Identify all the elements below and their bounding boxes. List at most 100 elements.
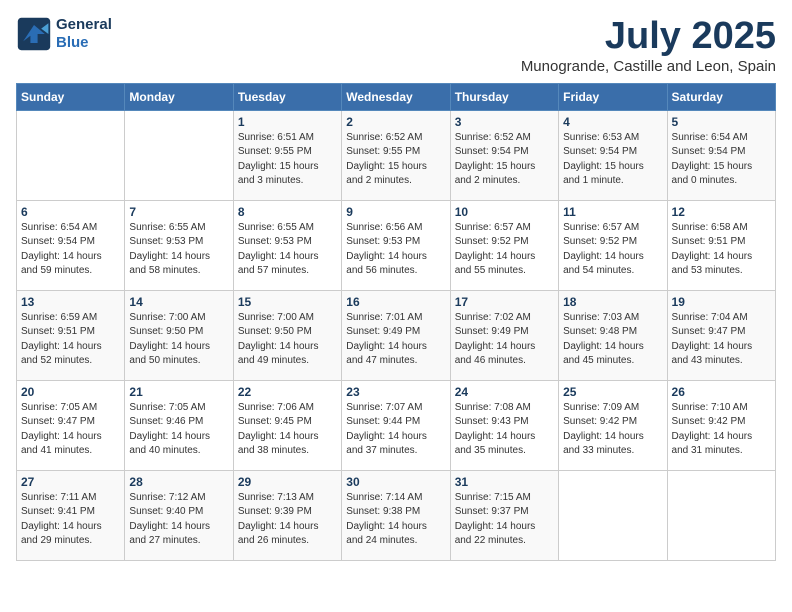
- calendar-cell: 2 Sunrise: 6:52 AM Sunset: 9:55 PM Daylig…: [342, 110, 450, 200]
- day-info: Sunrise: 7:11 AM Sunset: 9:41 PM Dayligh…: [21, 491, 120, 549]
- calendar-cell: 1Sunrise: 6:51 AM Sunset: 9:55 PM Daylig…: [233, 110, 341, 200]
- calendar-cell: 21 Sunrise: 7:05 AM Sunset: 9:46 PM Dayli…: [125, 380, 233, 470]
- day-number: 3: [455, 115, 554, 129]
- day-number: 27: [21, 475, 120, 489]
- calendar-cell: [17, 110, 125, 200]
- day-info: Sunrise: 7:00 AM Sunset: 9:50 PM Dayligh…: [238, 311, 337, 369]
- day-info: Sunrise: 6:54 AM Sunset: 9:54 PM Dayligh…: [21, 221, 120, 279]
- calendar-cell: 20 Sunrise: 7:05 AM Sunset: 9:47 PM Dayli…: [17, 380, 125, 470]
- day-number: 21: [129, 385, 228, 399]
- day-number: 12: [672, 205, 771, 219]
- week-row-3: 13Sunrise: 6:59 AM Sunset: 9:51 PM Dayli…: [17, 290, 776, 380]
- calendar-cell: 8Sunrise: 6:55 AM Sunset: 9:53 PM Daylig…: [233, 200, 341, 290]
- week-row-1: 1Sunrise: 6:51 AM Sunset: 9:55 PM Daylig…: [17, 110, 776, 200]
- calendar-cell: 6 Sunrise: 6:54 AM Sunset: 9:54 PM Daylig…: [17, 200, 125, 290]
- calendar-cell: 4Sunrise: 6:53 AM Sunset: 9:54 PM Daylig…: [559, 110, 667, 200]
- day-number: 30: [346, 475, 445, 489]
- month-title: July 2025: [521, 16, 776, 58]
- day-info: Sunrise: 6:58 AM Sunset: 9:51 PM Dayligh…: [672, 221, 771, 279]
- calendar-cell: [559, 470, 667, 560]
- calendar-cell: 30 Sunrise: 7:14 AM Sunset: 9:38 PM Dayli…: [342, 470, 450, 560]
- calendar-cell: 9 Sunrise: 6:56 AM Sunset: 9:53 PM Daylig…: [342, 200, 450, 290]
- day-info: Sunrise: 7:03 AM Sunset: 9:48 PM Dayligh…: [563, 311, 662, 369]
- calendar-cell: 17 Sunrise: 7:02 AM Sunset: 9:49 PM Dayli…: [450, 290, 558, 380]
- day-number: 28: [129, 475, 228, 489]
- day-info: Sunrise: 7:12 AM Sunset: 9:40 PM Dayligh…: [129, 491, 228, 549]
- logo: General Blue: [16, 16, 112, 52]
- page-header: General Blue July 2025 Munogrande, Casti…: [16, 16, 776, 75]
- day-info: Sunrise: 6:57 AM Sunset: 9:52 PM Dayligh…: [563, 221, 662, 279]
- day-info: Sunrise: 7:07 AM Sunset: 9:44 PM Dayligh…: [346, 401, 445, 459]
- weekday-header-monday: Monday: [125, 83, 233, 110]
- weekday-header-tuesday: Tuesday: [233, 83, 341, 110]
- calendar-cell: [125, 110, 233, 200]
- weekday-header-row: SundayMondayTuesdayWednesdayThursdayFrid…: [17, 83, 776, 110]
- weekday-header-friday: Friday: [559, 83, 667, 110]
- calendar-cell: 23 Sunrise: 7:07 AM Sunset: 9:44 PM Dayli…: [342, 380, 450, 470]
- calendar-cell: 18 Sunrise: 7:03 AM Sunset: 9:48 PM Dayli…: [559, 290, 667, 380]
- calendar-cell: 22 Sunrise: 7:06 AM Sunset: 9:45 PM Dayli…: [233, 380, 341, 470]
- day-info: Sunrise: 7:01 AM Sunset: 9:49 PM Dayligh…: [346, 311, 445, 369]
- day-info: Sunrise: 7:09 AM Sunset: 9:42 PM Dayligh…: [563, 401, 662, 459]
- day-info: Sunrise: 6:52 AM Sunset: 9:55 PM Dayligh…: [346, 131, 445, 189]
- day-info: Sunrise: 7:15 AM Sunset: 9:37 PM Dayligh…: [455, 491, 554, 549]
- day-info: Sunrise: 7:13 AM Sunset: 9:39 PM Dayligh…: [238, 491, 337, 549]
- calendar-cell: 13Sunrise: 6:59 AM Sunset: 9:51 PM Dayli…: [17, 290, 125, 380]
- day-info: Sunrise: 7:06 AM Sunset: 9:45 PM Dayligh…: [238, 401, 337, 459]
- calendar-table: SundayMondayTuesdayWednesdayThursdayFrid…: [16, 83, 776, 561]
- calendar-cell: 27 Sunrise: 7:11 AM Sunset: 9:41 PM Dayli…: [17, 470, 125, 560]
- day-number: 9: [346, 205, 445, 219]
- calendar-cell: 31 Sunrise: 7:15 AM Sunset: 9:37 PM Dayli…: [450, 470, 558, 560]
- day-number: 16: [346, 295, 445, 309]
- logo-text-general: General: [56, 16, 112, 34]
- calendar-cell: 16 Sunrise: 7:01 AM Sunset: 9:49 PM Dayli…: [342, 290, 450, 380]
- title-block: July 2025 Munogrande, Castille and Leon,…: [521, 16, 776, 75]
- weekday-header-wednesday: Wednesday: [342, 83, 450, 110]
- day-number: 2: [346, 115, 445, 129]
- day-number: 20: [21, 385, 120, 399]
- day-info: Sunrise: 7:02 AM Sunset: 9:49 PM Dayligh…: [455, 311, 554, 369]
- day-number: 7: [129, 205, 228, 219]
- day-info: Sunrise: 6:56 AM Sunset: 9:53 PM Dayligh…: [346, 221, 445, 279]
- week-row-2: 6 Sunrise: 6:54 AM Sunset: 9:54 PM Daylig…: [17, 200, 776, 290]
- day-info: Sunrise: 7:05 AM Sunset: 9:46 PM Dayligh…: [129, 401, 228, 459]
- day-info: Sunrise: 6:59 AM Sunset: 9:51 PM Dayligh…: [21, 311, 120, 369]
- location: Munogrande, Castille and Leon, Spain: [521, 58, 776, 75]
- day-info: Sunrise: 6:57 AM Sunset: 9:52 PM Dayligh…: [455, 221, 554, 279]
- day-number: 18: [563, 295, 662, 309]
- calendar-cell: 14Sunrise: 7:00 AM Sunset: 9:50 PM Dayli…: [125, 290, 233, 380]
- day-number: 31: [455, 475, 554, 489]
- day-number: 6: [21, 205, 120, 219]
- calendar-cell: 3 Sunrise: 6:52 AM Sunset: 9:54 PM Daylig…: [450, 110, 558, 200]
- day-number: 23: [346, 385, 445, 399]
- day-info: Sunrise: 6:55 AM Sunset: 9:53 PM Dayligh…: [129, 221, 228, 279]
- day-info: Sunrise: 7:10 AM Sunset: 9:42 PM Dayligh…: [672, 401, 771, 459]
- calendar-cell: 26 Sunrise: 7:10 AM Sunset: 9:42 PM Dayli…: [667, 380, 775, 470]
- day-info: Sunrise: 6:53 AM Sunset: 9:54 PM Dayligh…: [563, 131, 662, 189]
- day-number: 17: [455, 295, 554, 309]
- week-row-4: 20 Sunrise: 7:05 AM Sunset: 9:47 PM Dayli…: [17, 380, 776, 470]
- day-info: Sunrise: 7:05 AM Sunset: 9:47 PM Dayligh…: [21, 401, 120, 459]
- day-info: Sunrise: 7:08 AM Sunset: 9:43 PM Dayligh…: [455, 401, 554, 459]
- day-info: Sunrise: 7:04 AM Sunset: 9:47 PM Dayligh…: [672, 311, 771, 369]
- calendar-cell: 28 Sunrise: 7:12 AM Sunset: 9:40 PM Dayli…: [125, 470, 233, 560]
- day-number: 11: [563, 205, 662, 219]
- calendar-cell: 15 Sunrise: 7:00 AM Sunset: 9:50 PM Dayli…: [233, 290, 341, 380]
- day-number: 5: [672, 115, 771, 129]
- calendar-cell: 24 Sunrise: 7:08 AM Sunset: 9:43 PM Dayli…: [450, 380, 558, 470]
- day-number: 10: [455, 205, 554, 219]
- day-number: 24: [455, 385, 554, 399]
- week-row-5: 27 Sunrise: 7:11 AM Sunset: 9:41 PM Dayli…: [17, 470, 776, 560]
- day-number: 15: [238, 295, 337, 309]
- day-info: Sunrise: 6:52 AM Sunset: 9:54 PM Dayligh…: [455, 131, 554, 189]
- day-info: Sunrise: 6:51 AM Sunset: 9:55 PM Dayligh…: [238, 131, 337, 189]
- calendar-cell: 11 Sunrise: 6:57 AM Sunset: 9:52 PM Dayli…: [559, 200, 667, 290]
- day-number: 8: [238, 205, 337, 219]
- day-number: 22: [238, 385, 337, 399]
- weekday-header-sunday: Sunday: [17, 83, 125, 110]
- day-number: 26: [672, 385, 771, 399]
- day-info: Sunrise: 7:14 AM Sunset: 9:38 PM Dayligh…: [346, 491, 445, 549]
- day-info: Sunrise: 6:54 AM Sunset: 9:54 PM Dayligh…: [672, 131, 771, 189]
- calendar-cell: [667, 470, 775, 560]
- calendar-cell: 5 Sunrise: 6:54 AM Sunset: 9:54 PM Daylig…: [667, 110, 775, 200]
